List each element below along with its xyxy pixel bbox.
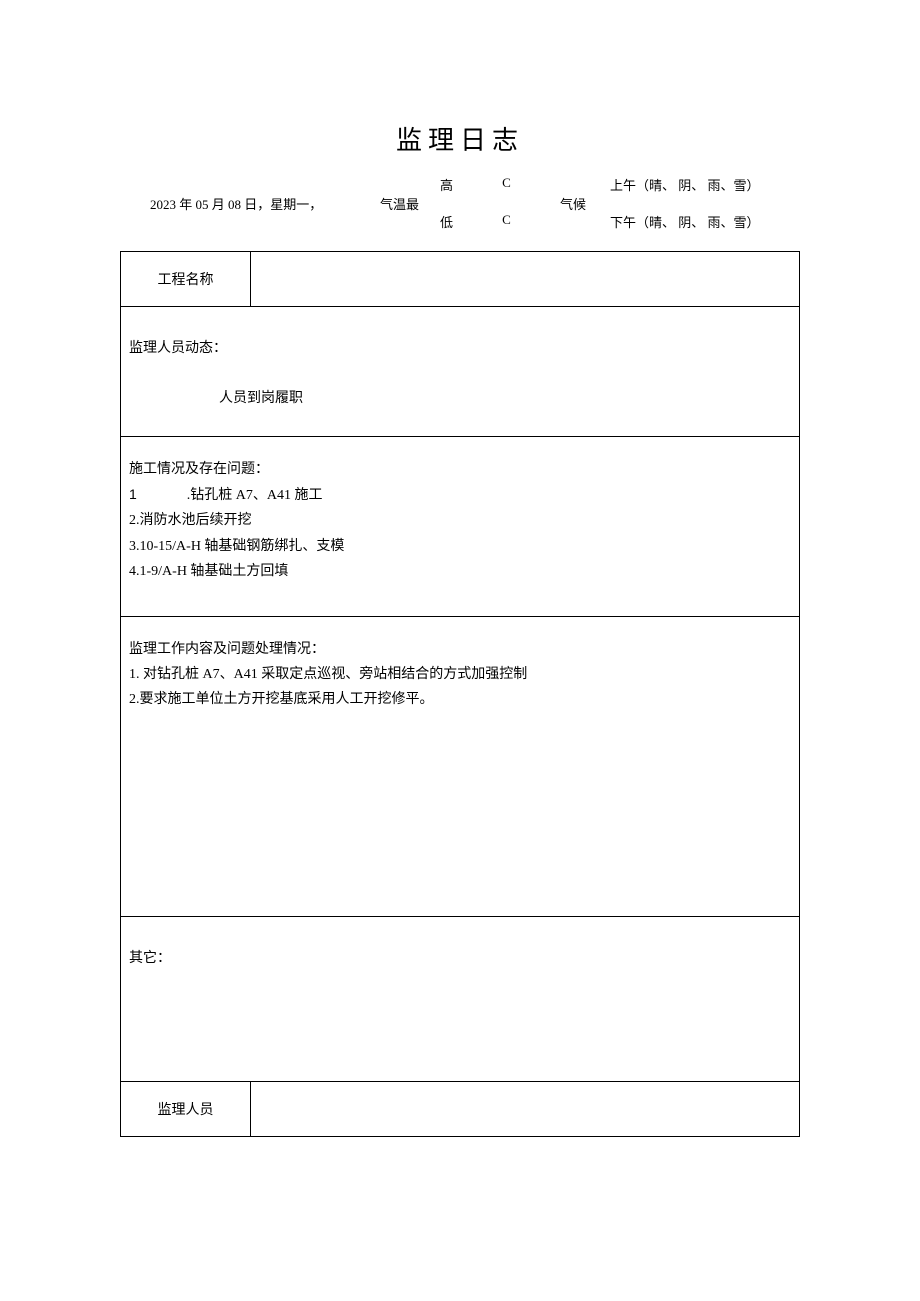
row-project: 工程名称 xyxy=(121,252,800,307)
construction-item-2: 2.消防水池后续开挖 xyxy=(129,508,791,533)
supervision-title: 监理工作内容及问题处理情况： xyxy=(129,637,791,662)
page-title: 监理日志 xyxy=(120,120,800,157)
climate-am: 上午（晴、 阴、 雨、雪） xyxy=(610,175,800,194)
project-label: 工程名称 xyxy=(121,252,251,307)
construction-item-1: 1.钻孔桩 A7、A41 施工 xyxy=(129,482,791,508)
temp-label: 气温最 xyxy=(380,194,440,213)
row-supervision: 监理工作内容及问题处理情况： 1. 对钻孔桩 A7、A41 采取定点巡视、旁站相… xyxy=(121,617,800,917)
row-signer: 监理人员 xyxy=(121,1082,800,1137)
personnel-title: 监理人员动态： xyxy=(129,337,791,357)
header-row: 2023 年 05 月 08 日，星期一， 气温最 高 C 低 C 气候 上午（… xyxy=(120,175,800,231)
temp-block: 高 C 低 C xyxy=(440,175,560,231)
climate-label: 气候 xyxy=(560,194,610,213)
project-value xyxy=(251,252,800,307)
row-personnel: 监理人员动态： 人员到岗履职 xyxy=(121,307,800,437)
personnel-body: 人员到岗履职 xyxy=(219,387,791,407)
supervision-item-1: 1. 对钻孔桩 A7、A41 采取定点巡视、旁站相结合的方式加强控制 xyxy=(129,662,791,687)
date-text: 2023 年 05 月 08 日，星期一， xyxy=(120,194,380,213)
supervision-item-2: 2.要求施工单位土方开挖基底采用人工开挖修平。 xyxy=(129,687,791,712)
temp-low-unit: C xyxy=(502,212,511,231)
main-table: 工程名称 监理人员动态： 人员到岗履职 施工情况及存在问题： 1.钻孔桩 A7、… xyxy=(120,251,800,1137)
construction-item-4: 4.1-9/A-H 轴基础土方回填 xyxy=(129,559,791,584)
construction-title: 施工情况及存在问题： xyxy=(129,457,791,482)
temp-high-unit: C xyxy=(502,175,511,194)
climate-pm: 下午（晴、 阴、 雨、雪） xyxy=(610,212,800,231)
temp-high-label: 高 xyxy=(440,175,453,194)
other-title: 其它： xyxy=(129,947,791,967)
climate-block: 上午（晴、 阴、 雨、雪） 下午（晴、 阴、 雨、雪） xyxy=(610,175,800,231)
signer-value xyxy=(251,1082,800,1137)
row-construction: 施工情况及存在问题： 1.钻孔桩 A7、A41 施工 2.消防水池后续开挖 3.… xyxy=(121,437,800,617)
signer-label: 监理人员 xyxy=(121,1082,251,1137)
row-other: 其它： xyxy=(121,917,800,1082)
temp-low-label: 低 xyxy=(440,212,453,231)
construction-item-3: 3.10-15/A-H 轴基础钢筋绑扎、支模 xyxy=(129,534,791,559)
